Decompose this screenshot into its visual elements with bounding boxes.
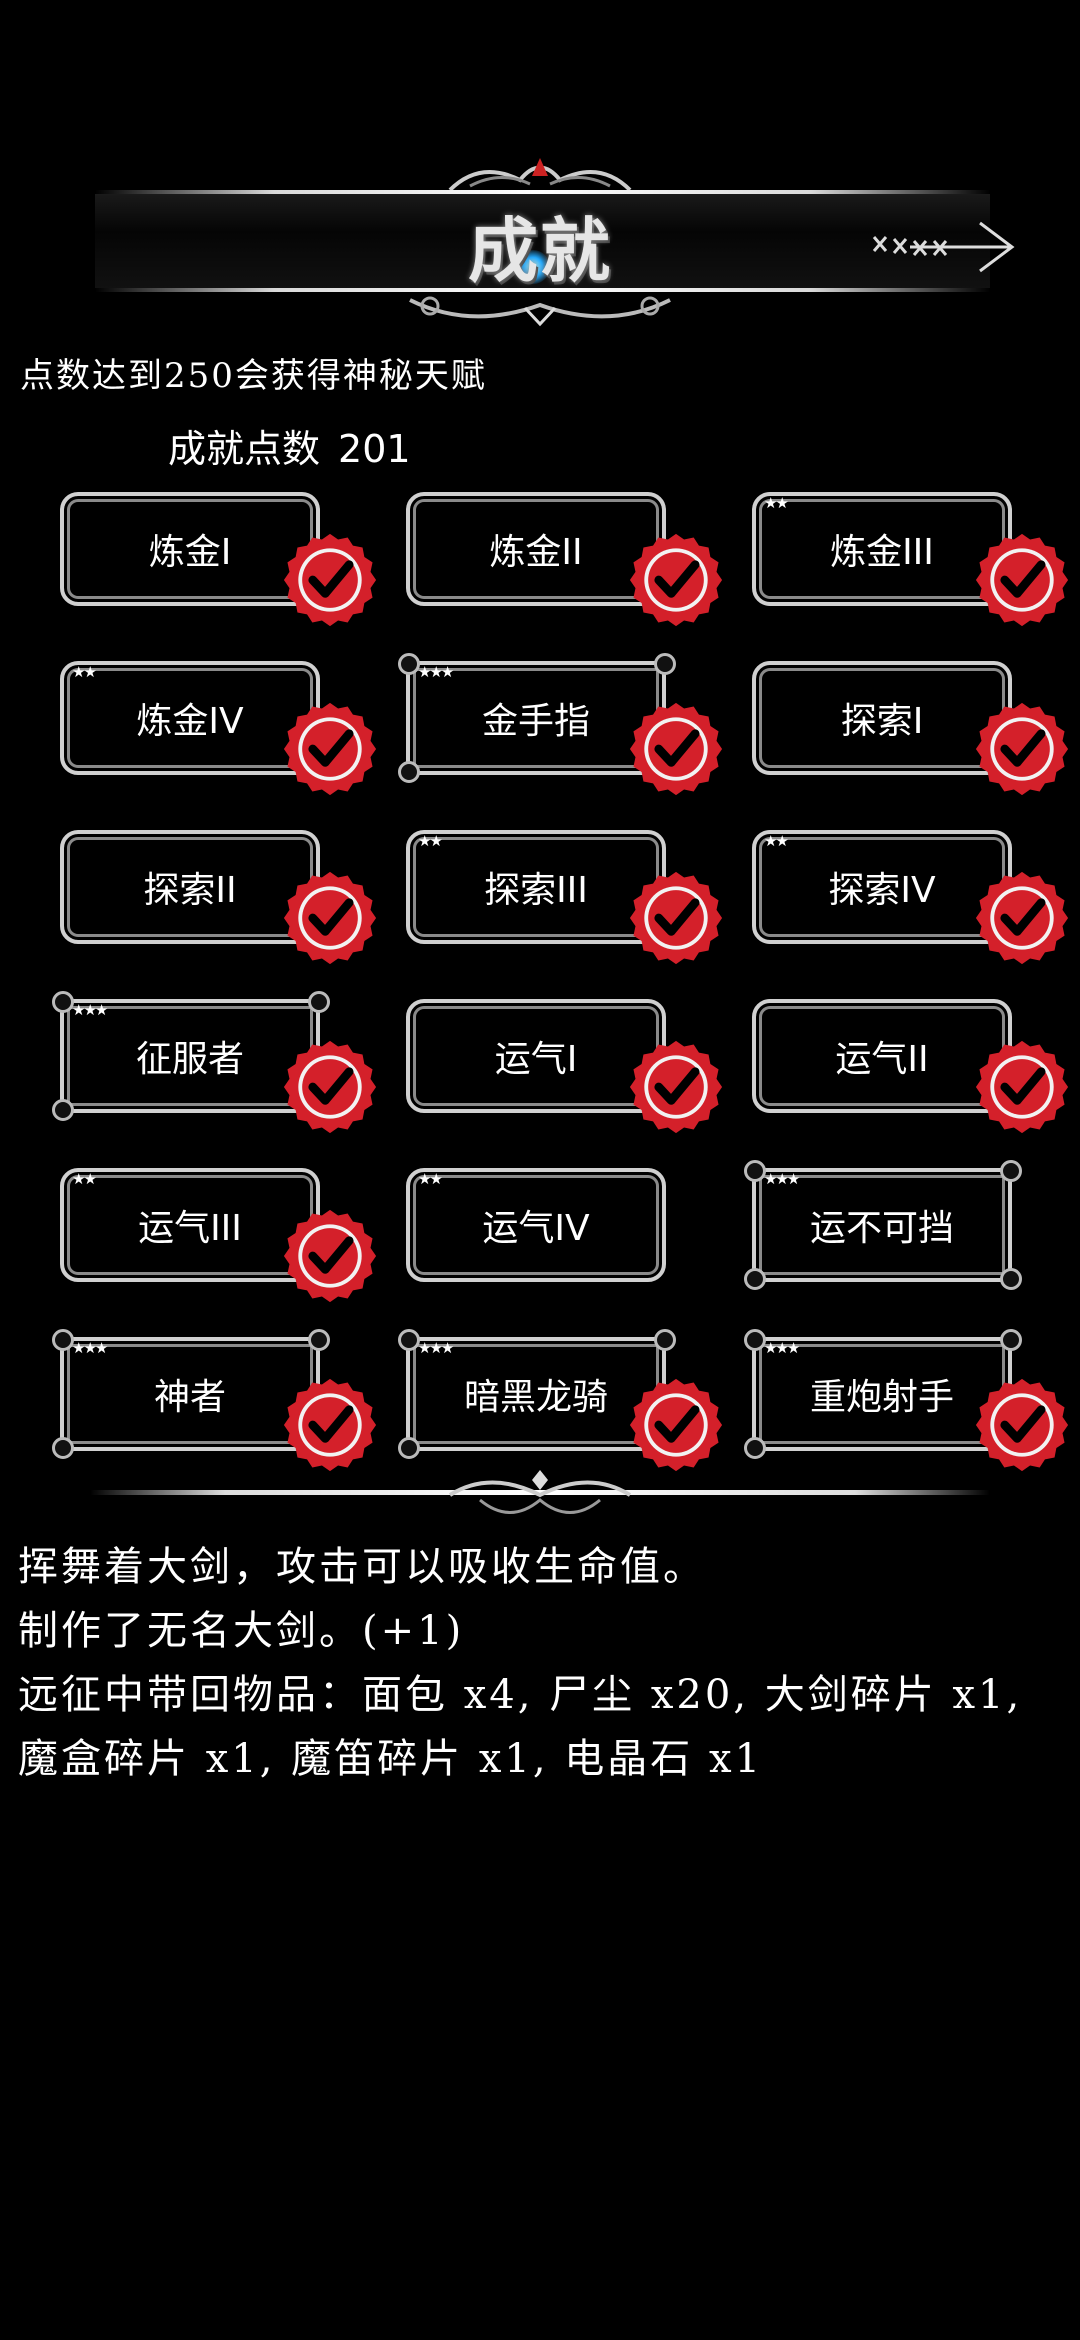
achievement-label: 运气I (494, 1039, 578, 1080)
achievement-card[interactable]: 探索II (60, 830, 377, 965)
achievement-card[interactable]: 运气II (752, 999, 1069, 1134)
achievement-label: 炼金IV (136, 701, 244, 742)
achievement-card[interactable]: ★★ 探索IV (752, 830, 1069, 965)
description-line: 挥舞着大剑，攻击可以吸收生命值。 (18, 1544, 706, 1590)
achievement-card[interactable]: ★★ 运气IV (406, 1168, 674, 1290)
achievement-card[interactable]: 炼金I (60, 492, 377, 627)
achievement-card[interactable]: ★★★ 重炮射手 (744, 1329, 1069, 1472)
description-line: 远征中带回物品：面包 x4, 尸尘 x20, 大剑碎片 x1, (18, 1672, 1023, 1718)
achievement-label: 炼金I (148, 532, 232, 573)
completed-check-icon (629, 871, 723, 965)
achievement-label: 炼金II (489, 532, 583, 573)
completed-check-icon (629, 702, 723, 796)
completed-check-icon (283, 702, 377, 796)
achievement-grid: 炼金I 炼金II ★★ 炼金III ★★ 炼金IV ★★★ 金手指 探索I 探索II ★★ 探索III… (0, 0, 1080, 1500)
achievement-label: 探索III (484, 870, 588, 911)
completed-check-icon (283, 1209, 377, 1303)
completed-check-icon (629, 1040, 723, 1134)
achievement-card[interactable]: 炼金II (406, 492, 723, 627)
achievement-label: 运气III (138, 1208, 242, 1249)
achievement-card[interactable]: ★★★ 运不可挡 (744, 1160, 1022, 1290)
description-line: 制作了无名大剑。(+1) (18, 1608, 465, 1654)
description-line: 魔盒碎片 x1, 魔笛碎片 x1, 电晶石 x1 (18, 1736, 764, 1782)
completed-check-icon (283, 533, 377, 627)
achievement-label: 运气II (835, 1039, 929, 1080)
completed-check-icon (975, 1378, 1069, 1472)
completed-check-icon (283, 1040, 377, 1134)
achievement-card[interactable]: ★★ 炼金III (752, 492, 1069, 627)
completed-check-icon (283, 1378, 377, 1472)
achievement-label: 炼金III (830, 532, 934, 573)
achievement-card[interactable]: ★★ 探索III (406, 830, 723, 965)
completed-check-icon (975, 1040, 1069, 1134)
achievement-card[interactable]: ★★ 炼金IV (60, 661, 377, 796)
achievement-card[interactable]: ★★ 运气III (60, 1168, 377, 1303)
achievement-card[interactable]: 探索I (752, 661, 1069, 796)
achievement-card[interactable]: ★★★ 金手指 (398, 653, 723, 796)
achievement-label: 探索IV (828, 870, 936, 911)
achievement-label: 神者 (153, 1377, 226, 1418)
completed-check-icon (975, 702, 1069, 796)
achievement-label: 金手指 (481, 701, 590, 742)
divider-ornament (448, 1470, 632, 1514)
achievement-description: 挥舞着大剑，攻击可以吸收生命值。 制作了无名大剑。(+1) 远征中带回物品：面包… (18, 1535, 1058, 1791)
achievement-label: 运不可挡 (809, 1208, 954, 1249)
achievement-label: 征服者 (135, 1039, 244, 1080)
achievement-label: 运气IV (482, 1208, 590, 1249)
completed-check-icon (975, 871, 1069, 965)
achievement-label: 重炮射手 (809, 1377, 954, 1418)
achievement-card[interactable]: ★★★ 暗黑龙骑 (398, 1329, 723, 1472)
completed-check-icon (629, 1378, 723, 1472)
achievement-label: 暗黑龙骑 (463, 1377, 608, 1418)
completed-check-icon (283, 871, 377, 965)
achievement-card[interactable]: ★★★ 神者 (52, 1329, 377, 1472)
achievement-label: 探索II (143, 870, 237, 911)
achievement-card[interactable]: ★★★ 征服者 (52, 991, 377, 1134)
completed-check-icon (629, 533, 723, 627)
bottom-divider (90, 1470, 990, 1530)
achievement-label: 探索I (840, 701, 924, 742)
achievement-card[interactable]: 运气I (406, 999, 723, 1134)
completed-check-icon (975, 533, 1069, 627)
